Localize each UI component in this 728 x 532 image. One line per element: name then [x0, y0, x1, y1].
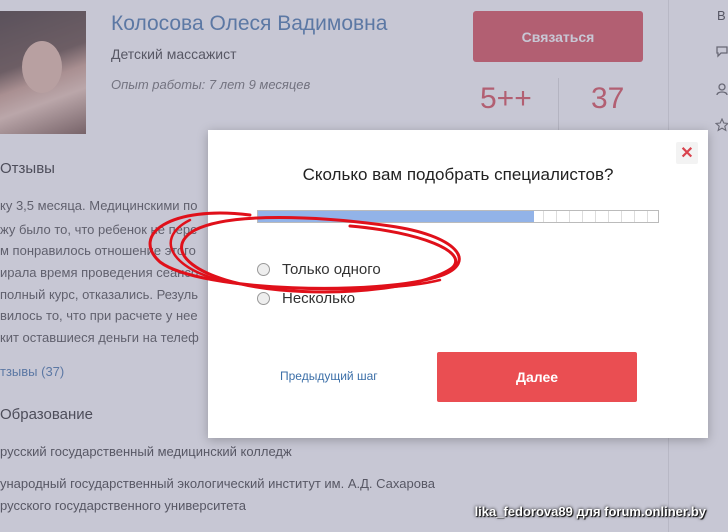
radio-icon[interactable]	[257, 292, 270, 305]
page: Колосова Олеся Вадимовна Детский массажи…	[0, 0, 728, 532]
next-button[interactable]: Далее	[437, 352, 637, 402]
option-only-one[interactable]: Только одного	[257, 261, 381, 278]
previous-step-link[interactable]: Предыдущий шаг	[280, 369, 378, 383]
option-label: Только одного	[282, 261, 381, 278]
radio-icon[interactable]	[257, 263, 270, 276]
option-label: Несколько	[282, 290, 356, 307]
watermark: lika_fedorova89 для forum.onliner.by	[474, 504, 706, 519]
option-several[interactable]: Несколько	[257, 290, 355, 307]
specialists-count-dialog: ✕ Сколько вам подобрать специалистов? То…	[208, 130, 708, 438]
progress-fill	[258, 211, 534, 222]
progress-bar	[257, 210, 659, 223]
dialog-question: Сколько вам подобрать специалистов?	[302, 165, 614, 184]
close-icon[interactable]: ✕	[676, 142, 698, 164]
